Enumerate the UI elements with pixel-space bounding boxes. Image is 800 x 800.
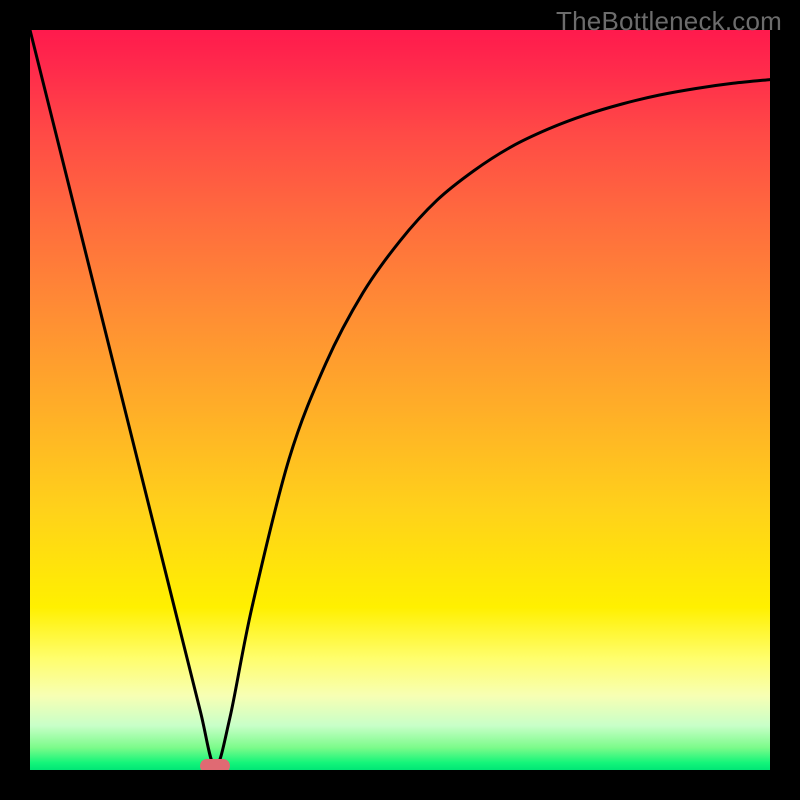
minimum-marker (200, 759, 230, 770)
chart-container: TheBottleneck.com (0, 0, 800, 800)
plot-area (30, 30, 770, 770)
curve-svg (30, 30, 770, 770)
watermark-text: TheBottleneck.com (556, 6, 782, 37)
bottleneck-curve (30, 30, 770, 766)
